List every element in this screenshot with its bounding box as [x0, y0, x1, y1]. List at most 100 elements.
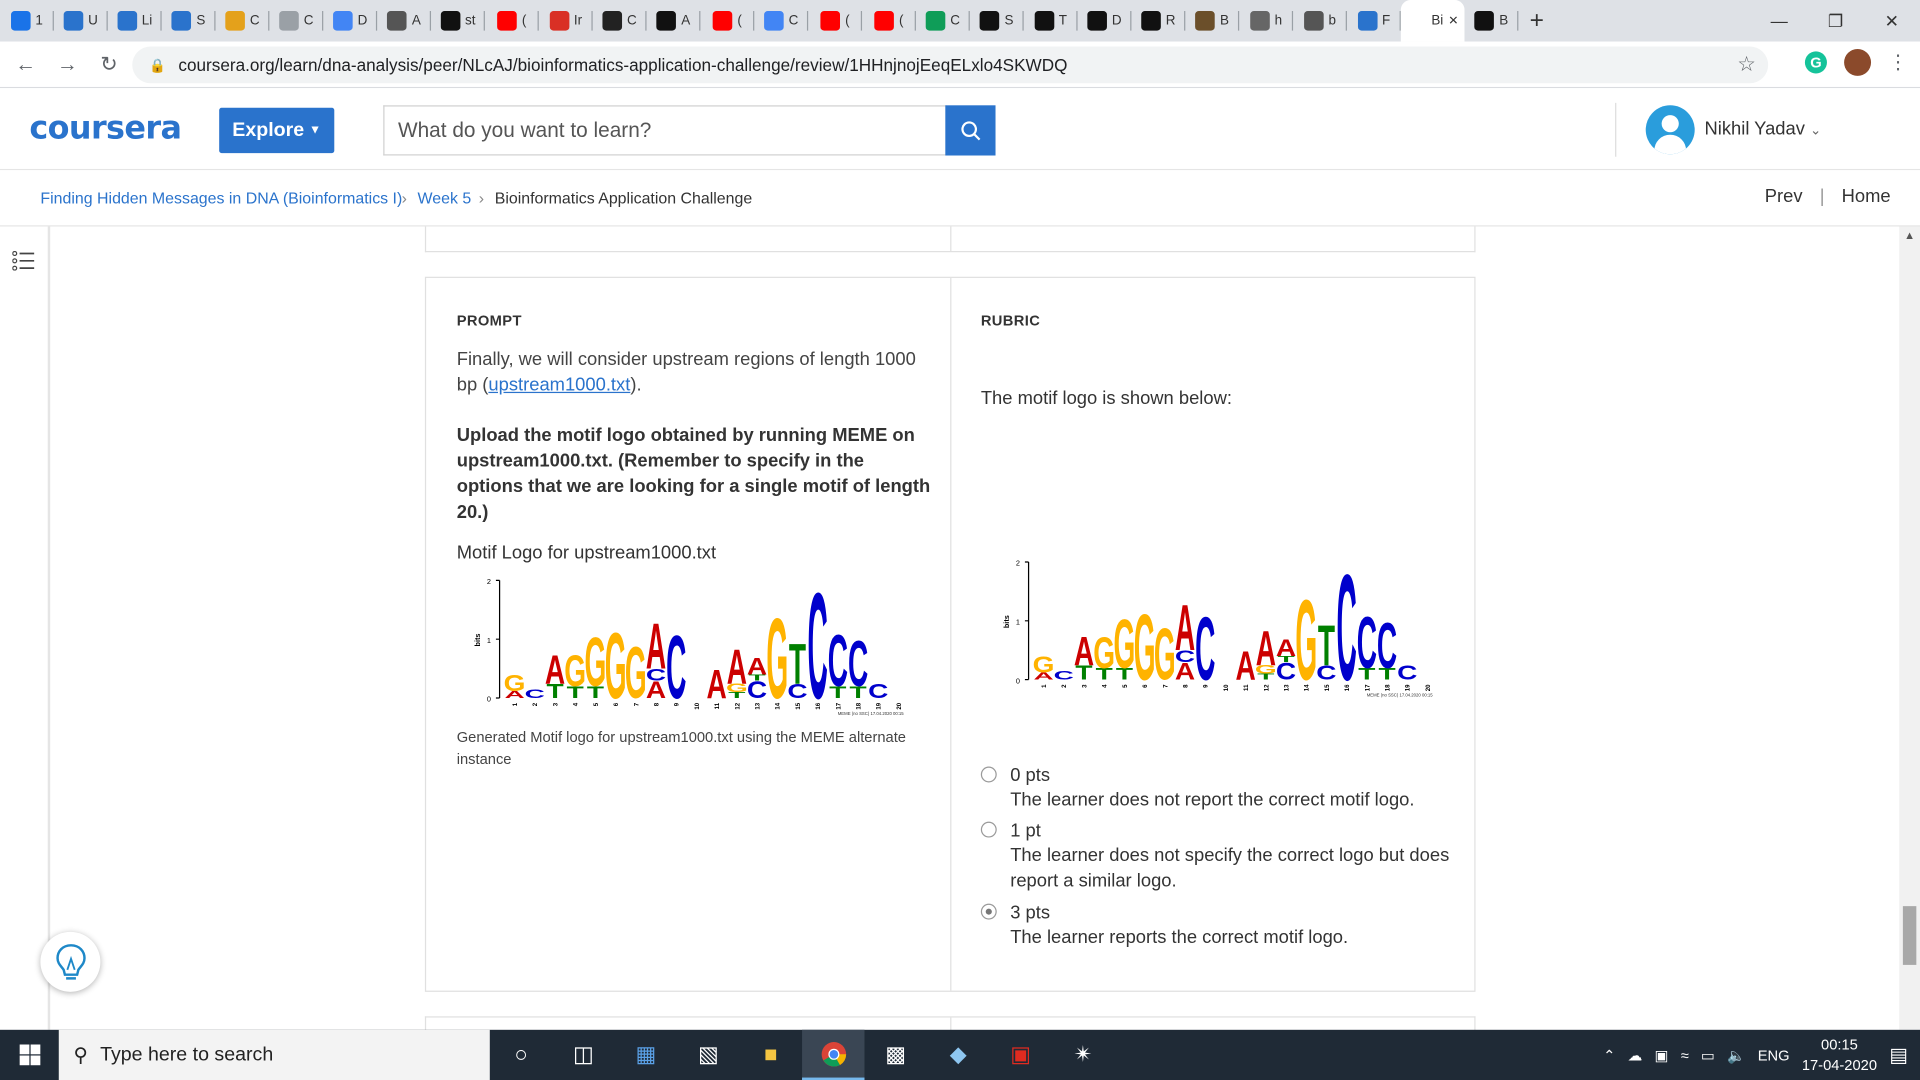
chrome-taskbar-icon[interactable]	[802, 1029, 865, 1080]
browser-tab[interactable]: C	[216, 0, 270, 42]
user-avatar-icon[interactable]	[1645, 105, 1695, 155]
tab-title: F	[1382, 13, 1391, 29]
browser-tab[interactable]: D	[323, 0, 378, 42]
terminal-icon[interactable]: ▩	[864, 1030, 926, 1080]
lightbulb-icon[interactable]	[40, 931, 101, 992]
browser-tab[interactable]: C	[593, 0, 647, 42]
scroll-up-icon[interactable]: ▲	[1904, 229, 1915, 241]
breadcrumb-course[interactable]: Finding Hidden Messages in DNA (Bioinfor…	[40, 189, 402, 207]
logo-letter-C: C	[828, 620, 848, 702]
browser-tab[interactable]: Ir	[539, 0, 593, 42]
browser-tab[interactable]: R	[1131, 0, 1186, 42]
prev-link[interactable]: Prev	[1765, 186, 1803, 207]
pdf-reader-icon[interactable]: ▣	[989, 1030, 1051, 1080]
logo-y-tick-label: 1	[487, 636, 491, 645]
browser-tab[interactable]: T	[1024, 0, 1078, 42]
github-icon	[1474, 11, 1495, 31]
close-tab-icon[interactable]: ✕	[1448, 14, 1458, 27]
browser-tab[interactable]: C	[754, 0, 809, 42]
battery-icon[interactable]: ▭	[1701, 1046, 1715, 1063]
radio-button[interactable]	[980, 766, 997, 783]
search-button[interactable]	[945, 105, 996, 156]
list-menu-icon[interactable]	[12, 251, 35, 271]
radio-button[interactable]	[980, 821, 997, 838]
tab-title: Bi	[1431, 13, 1444, 29]
upstream-file-link[interactable]: upstream1000.txt	[488, 375, 630, 396]
logo-letter-G: G	[585, 625, 607, 702]
breadcrumb-week[interactable]: Week 5	[418, 189, 472, 207]
clock[interactable]: 00:15 17-04-2020	[1802, 1034, 1877, 1076]
browser-tab[interactable]: (	[485, 0, 539, 42]
logo-letter-C: C	[1054, 668, 1075, 682]
logo-position-label: 9	[674, 702, 681, 706]
chevron-right-icon: ›	[478, 188, 485, 207]
calculator-icon[interactable]: ▧	[677, 1030, 739, 1080]
browser-tab[interactable]: B	[1185, 0, 1240, 42]
browser-tab[interactable]: 1	[0, 0, 54, 42]
home-link[interactable]: Home	[1842, 186, 1891, 207]
bookmark-star-icon[interactable]: ☆	[1737, 53, 1756, 77]
close-window-icon[interactable]: ✕	[1864, 0, 1920, 42]
browser-tab[interactable]: S	[162, 0, 216, 42]
radio-button-selected[interactable]	[980, 903, 997, 920]
browser-tab[interactable]: (	[808, 0, 863, 42]
browser-tab[interactable]: A	[377, 0, 432, 42]
restore-icon[interactable]: ❐	[1807, 0, 1863, 42]
forward-icon[interactable]: →	[47, 52, 89, 76]
browser-menu-icon[interactable]: ⋮	[1888, 50, 1908, 74]
logo-letter-C: C	[1377, 609, 1397, 682]
task-view-icon[interactable]: ◫	[552, 1030, 614, 1080]
review-card: PROMPT Finally, we will consider upstrea…	[424, 276, 1476, 992]
reload-icon[interactable]: ↻	[88, 52, 130, 76]
browser-tab[interactable]: st	[431, 0, 485, 42]
chevron-up-icon[interactable]: ⌃	[1603, 1046, 1615, 1063]
network-app-icon[interactable]: ✴	[1052, 1030, 1114, 1080]
windows-start-icon[interactable]	[0, 1030, 59, 1080]
browser-tab[interactable]: C	[916, 0, 970, 42]
minimize-icon[interactable]: —	[1751, 0, 1807, 42]
tab-title: U	[88, 13, 98, 29]
wifi-icon[interactable]: ≈	[1681, 1046, 1689, 1063]
search-input[interactable]: What do you want to learn?	[383, 105, 947, 156]
calendar-app-icon[interactable]: ▦	[615, 1030, 677, 1080]
scrollbar-thumb[interactable]	[1902, 906, 1917, 965]
device-icon[interactable]: ▣	[1655, 1046, 1669, 1063]
cloud-icon[interactable]: ☁	[1628, 1046, 1643, 1063]
explore-button[interactable]: Explore ▼	[219, 107, 335, 154]
browser-tab[interactable]: C	[269, 0, 324, 42]
browser-tab-active[interactable]: Bi ✕	[1400, 0, 1465, 42]
taskbar-search[interactable]: ⚲ Type here to search	[58, 1029, 490, 1080]
browser-tab[interactable]: D	[1078, 0, 1132, 42]
browser-tab[interactable]: F	[1347, 0, 1401, 42]
browser-tab[interactable]: A	[647, 0, 701, 42]
browser-tab[interactable]: h	[1239, 0, 1294, 42]
logo-position-label: 13	[754, 702, 761, 709]
infinity-icon	[117, 11, 137, 31]
user-menu[interactable]: Nikhil Yadav ⌄	[1705, 119, 1822, 140]
browser-tab[interactable]: (	[862, 0, 916, 42]
gmail-icon	[549, 11, 569, 31]
browser-tab[interactable]: Li	[108, 0, 162, 42]
profile-avatar-icon[interactable]	[1844, 48, 1872, 76]
tab-title: S	[1004, 13, 1014, 29]
browser-tab[interactable]: U	[54, 0, 108, 42]
browser-tab[interactable]: B	[1465, 0, 1519, 42]
address-bar[interactable]: 🔒 coursera.org/learn/dna-analysis/peer/N…	[132, 46, 1769, 84]
volume-icon[interactable]: 🔈	[1727, 1046, 1745, 1063]
back-icon[interactable]: ←	[5, 52, 47, 76]
coursera-logo[interactable]: coursera	[29, 110, 182, 147]
notification-icon[interactable]: ▤	[1889, 1043, 1908, 1067]
logo-y-label: bits	[473, 634, 482, 647]
grammarly-extension-icon[interactable]: G	[1804, 51, 1827, 74]
logo-letter-G: G	[1154, 614, 1176, 696]
cortana-icon[interactable]: ○	[490, 1030, 552, 1080]
page-scrollbar[interactable]: ▲	[1899, 226, 1920, 1030]
browser-tab[interactable]: S	[970, 0, 1024, 42]
file-explorer-icon[interactable]: ■	[740, 1030, 802, 1080]
language-indicator[interactable]: ENG	[1758, 1046, 1790, 1063]
figure-icon	[1195, 11, 1216, 31]
browser-tab[interactable]: b	[1293, 0, 1347, 42]
new-tab-button[interactable]: +	[1518, 7, 1555, 35]
app-icon[interactable]: ◆	[927, 1030, 989, 1080]
browser-tab[interactable]: (	[700, 0, 755, 42]
